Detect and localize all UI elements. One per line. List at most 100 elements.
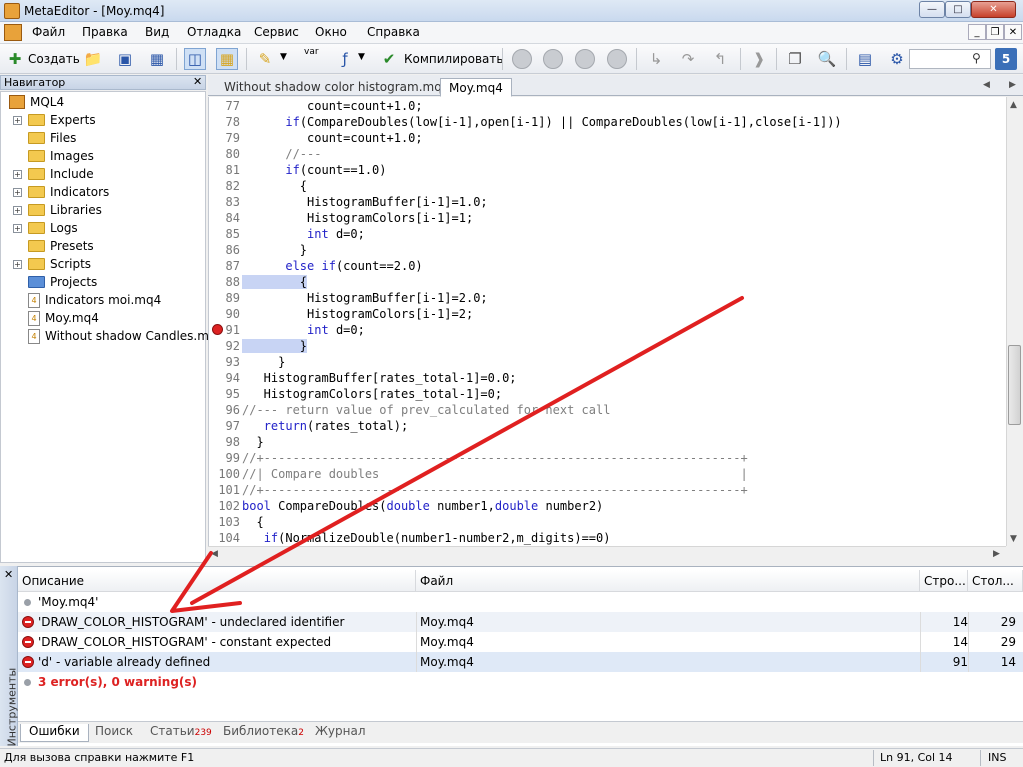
error-row[interactable]: 3 error(s), 0 warning(s) [18,672,1023,692]
code-line[interactable]: 93 } [209,354,1006,370]
expand-icon[interactable]: + [13,223,22,233]
code-line[interactable]: 102 bool CompareDoubles(double number1,do… [209,498,1006,514]
menu-help[interactable]: Справка [367,25,420,39]
vertical-scroll-thumb[interactable] [1008,345,1021,425]
error-row[interactable]: 'DRAW_COLOR_HISTOGRAM' - constant expect… [18,632,1023,652]
menu-view[interactable]: Вид [145,25,169,39]
find-icon[interactable]: 🔍 [816,48,838,70]
run-to-cursor-icon[interactable]: ❱ [748,48,770,70]
save-icon[interactable]: ▣ [114,48,136,70]
code-line[interactable]: 79 count=count+1.0; [209,130,1006,146]
create-button[interactable]: Создать [28,52,80,66]
column-header-file[interactable]: Файл [416,570,920,592]
tab-errors[interactable]: Ошибки [20,724,89,742]
close-icon[interactable]: ✕ [193,75,202,88]
menu-debug[interactable]: Отладка [187,25,241,39]
tree-item[interactable]: Projects [13,273,97,291]
compile-icon[interactable]: ✔ [378,48,400,70]
toolbox-toggle-icon[interactable]: ▦ [216,48,238,70]
mdi-close-button[interactable]: ✕ [1004,24,1022,40]
menu-service[interactable]: Сервис [254,25,299,39]
terminal-icon[interactable]: ▤ [854,48,876,70]
tree-item[interactable]: 4 Indicators moi.mq4 [13,291,161,309]
code-line[interactable]: 89 HistogramBuffer[i-1]=2.0; [209,290,1006,306]
tab-library[interactable]: Библиотека2 [215,724,312,742]
code-line[interactable]: 88 { [209,274,1006,290]
compile-button[interactable]: Компилировать [404,52,503,66]
expand-icon[interactable]: + [13,205,22,215]
dropdown-arrow-icon[interactable]: ▼ [280,52,287,62]
pause-icon[interactable] [575,49,595,69]
tree-item[interactable]: + Indicators [13,183,109,201]
code-line[interactable]: 97 return(rates_total); [209,418,1006,434]
maximize-button[interactable]: □ [945,1,971,18]
vertical-scrollbar[interactable] [1006,97,1023,546]
tab-scroll-left-icon[interactable]: ◀ [983,80,990,90]
code-line[interactable]: 95 HistogramColors[rates_total-1]=0; [209,386,1006,402]
code-line[interactable]: 92 } [209,338,1006,354]
code-line[interactable]: 90 HistogramColors[i-1]=2; [209,306,1006,322]
dropdown-arrow-icon[interactable]: ▼ [358,52,365,62]
expand-icon[interactable]: + [13,115,22,125]
mdi-restore-button[interactable]: ❐ [986,24,1004,40]
tab-scroll-right-icon[interactable]: ▶ [1009,80,1016,90]
code-line[interactable]: 77 count=count+1.0; [209,98,1006,114]
column-header-line[interactable]: Стро... [920,570,968,592]
error-row[interactable]: 'DRAW_COLOR_HISTOGRAM' - undeclared iden… [18,612,1023,632]
open-folder-icon[interactable]: 📁 [82,48,104,70]
tree-item[interactable]: + Logs [13,219,78,237]
start-history-icon[interactable] [543,49,563,69]
tab-search[interactable]: Поиск [87,724,141,742]
expand-icon[interactable]: + [13,187,22,197]
copy-icon[interactable]: ❐ [784,48,806,70]
code-line[interactable]: 84 HistogramColors[i-1]=1; [209,210,1006,226]
code-line[interactable]: 100//| Compare doubles | [209,466,1006,482]
help-icon[interactable]: 5 [995,48,1017,70]
stop-icon[interactable] [607,49,627,69]
column-header-column[interactable]: Стол... [968,570,1023,592]
close-button[interactable]: ✕ [971,1,1016,18]
tree-item[interactable]: + Experts [13,111,96,129]
code-line[interactable]: 85 int d=0; [209,226,1006,242]
tab-articles[interactable]: Статьи239 [142,724,220,742]
code-line[interactable]: 101//+----------------------------------… [209,482,1006,498]
expand-icon[interactable]: + [13,169,22,179]
menu-edit[interactable]: Правка [82,25,128,39]
scroll-right-icon[interactable]: ▶ [993,549,1000,559]
column-header-description[interactable]: Описание [18,570,416,592]
mdi-minimize-button[interactable]: _ [968,24,986,40]
document-icon[interactable] [4,24,22,41]
step-into-icon[interactable]: ↳ [645,48,667,70]
code-line[interactable]: 82 { [209,178,1006,194]
code-line[interactable]: 78 if(CompareDoubles(low[i-1],open[i-1])… [209,114,1006,130]
navigator-toggle-icon[interactable]: ◫ [184,48,206,70]
tab-without-shadow[interactable]: Without shadow color histogram.mq5 [216,78,457,97]
tree-item[interactable]: + Include [13,165,94,183]
scroll-down-icon[interactable]: ▼ [1010,534,1017,544]
tree-item[interactable]: + Scripts [13,255,91,273]
menu-window[interactable]: Окно [315,25,347,39]
code-line[interactable]: 87 else if(count==2.0) [209,258,1006,274]
code-line[interactable]: 104 if(NormalizeDouble(number1-number2,m… [209,530,1006,546]
save-all-icon[interactable]: ▦ [146,48,168,70]
tree-item[interactable]: Images [13,147,94,165]
expand-icon[interactable]: + [13,259,22,269]
code-line[interactable]: 94 HistogramBuffer[rates_total-1]=0.0; [209,370,1006,386]
tree-root-mql4[interactable]: MQL4 [9,93,64,111]
horizontal-scrollbar[interactable] [208,546,1006,563]
tab-moy[interactable]: Moy.mq4 [440,78,512,97]
close-icon[interactable]: ✕ [4,568,13,581]
minimize-button[interactable]: — [919,1,945,18]
var-icon[interactable]: var [304,47,319,57]
code-line[interactable]: 91 int d=0; [209,322,1006,338]
step-over-icon[interactable]: ↷ [677,48,699,70]
search-icon[interactable]: ⚲ [972,51,981,65]
code-line[interactable]: 86 } [209,242,1006,258]
code-line[interactable]: 103 { [209,514,1006,530]
code-editor[interactable]: 77 count=count+1.0; 78 if(CompareDoubles(… [208,97,1006,546]
error-row[interactable]: 'Moy.mq4' [18,592,1023,612]
code-line[interactable]: 96//--- return value of prev_calculated … [209,402,1006,418]
settings-gear-icon[interactable]: ⚙ [886,48,908,70]
scroll-left-icon[interactable]: ◀ [211,549,218,559]
start-real-icon[interactable] [512,49,532,69]
